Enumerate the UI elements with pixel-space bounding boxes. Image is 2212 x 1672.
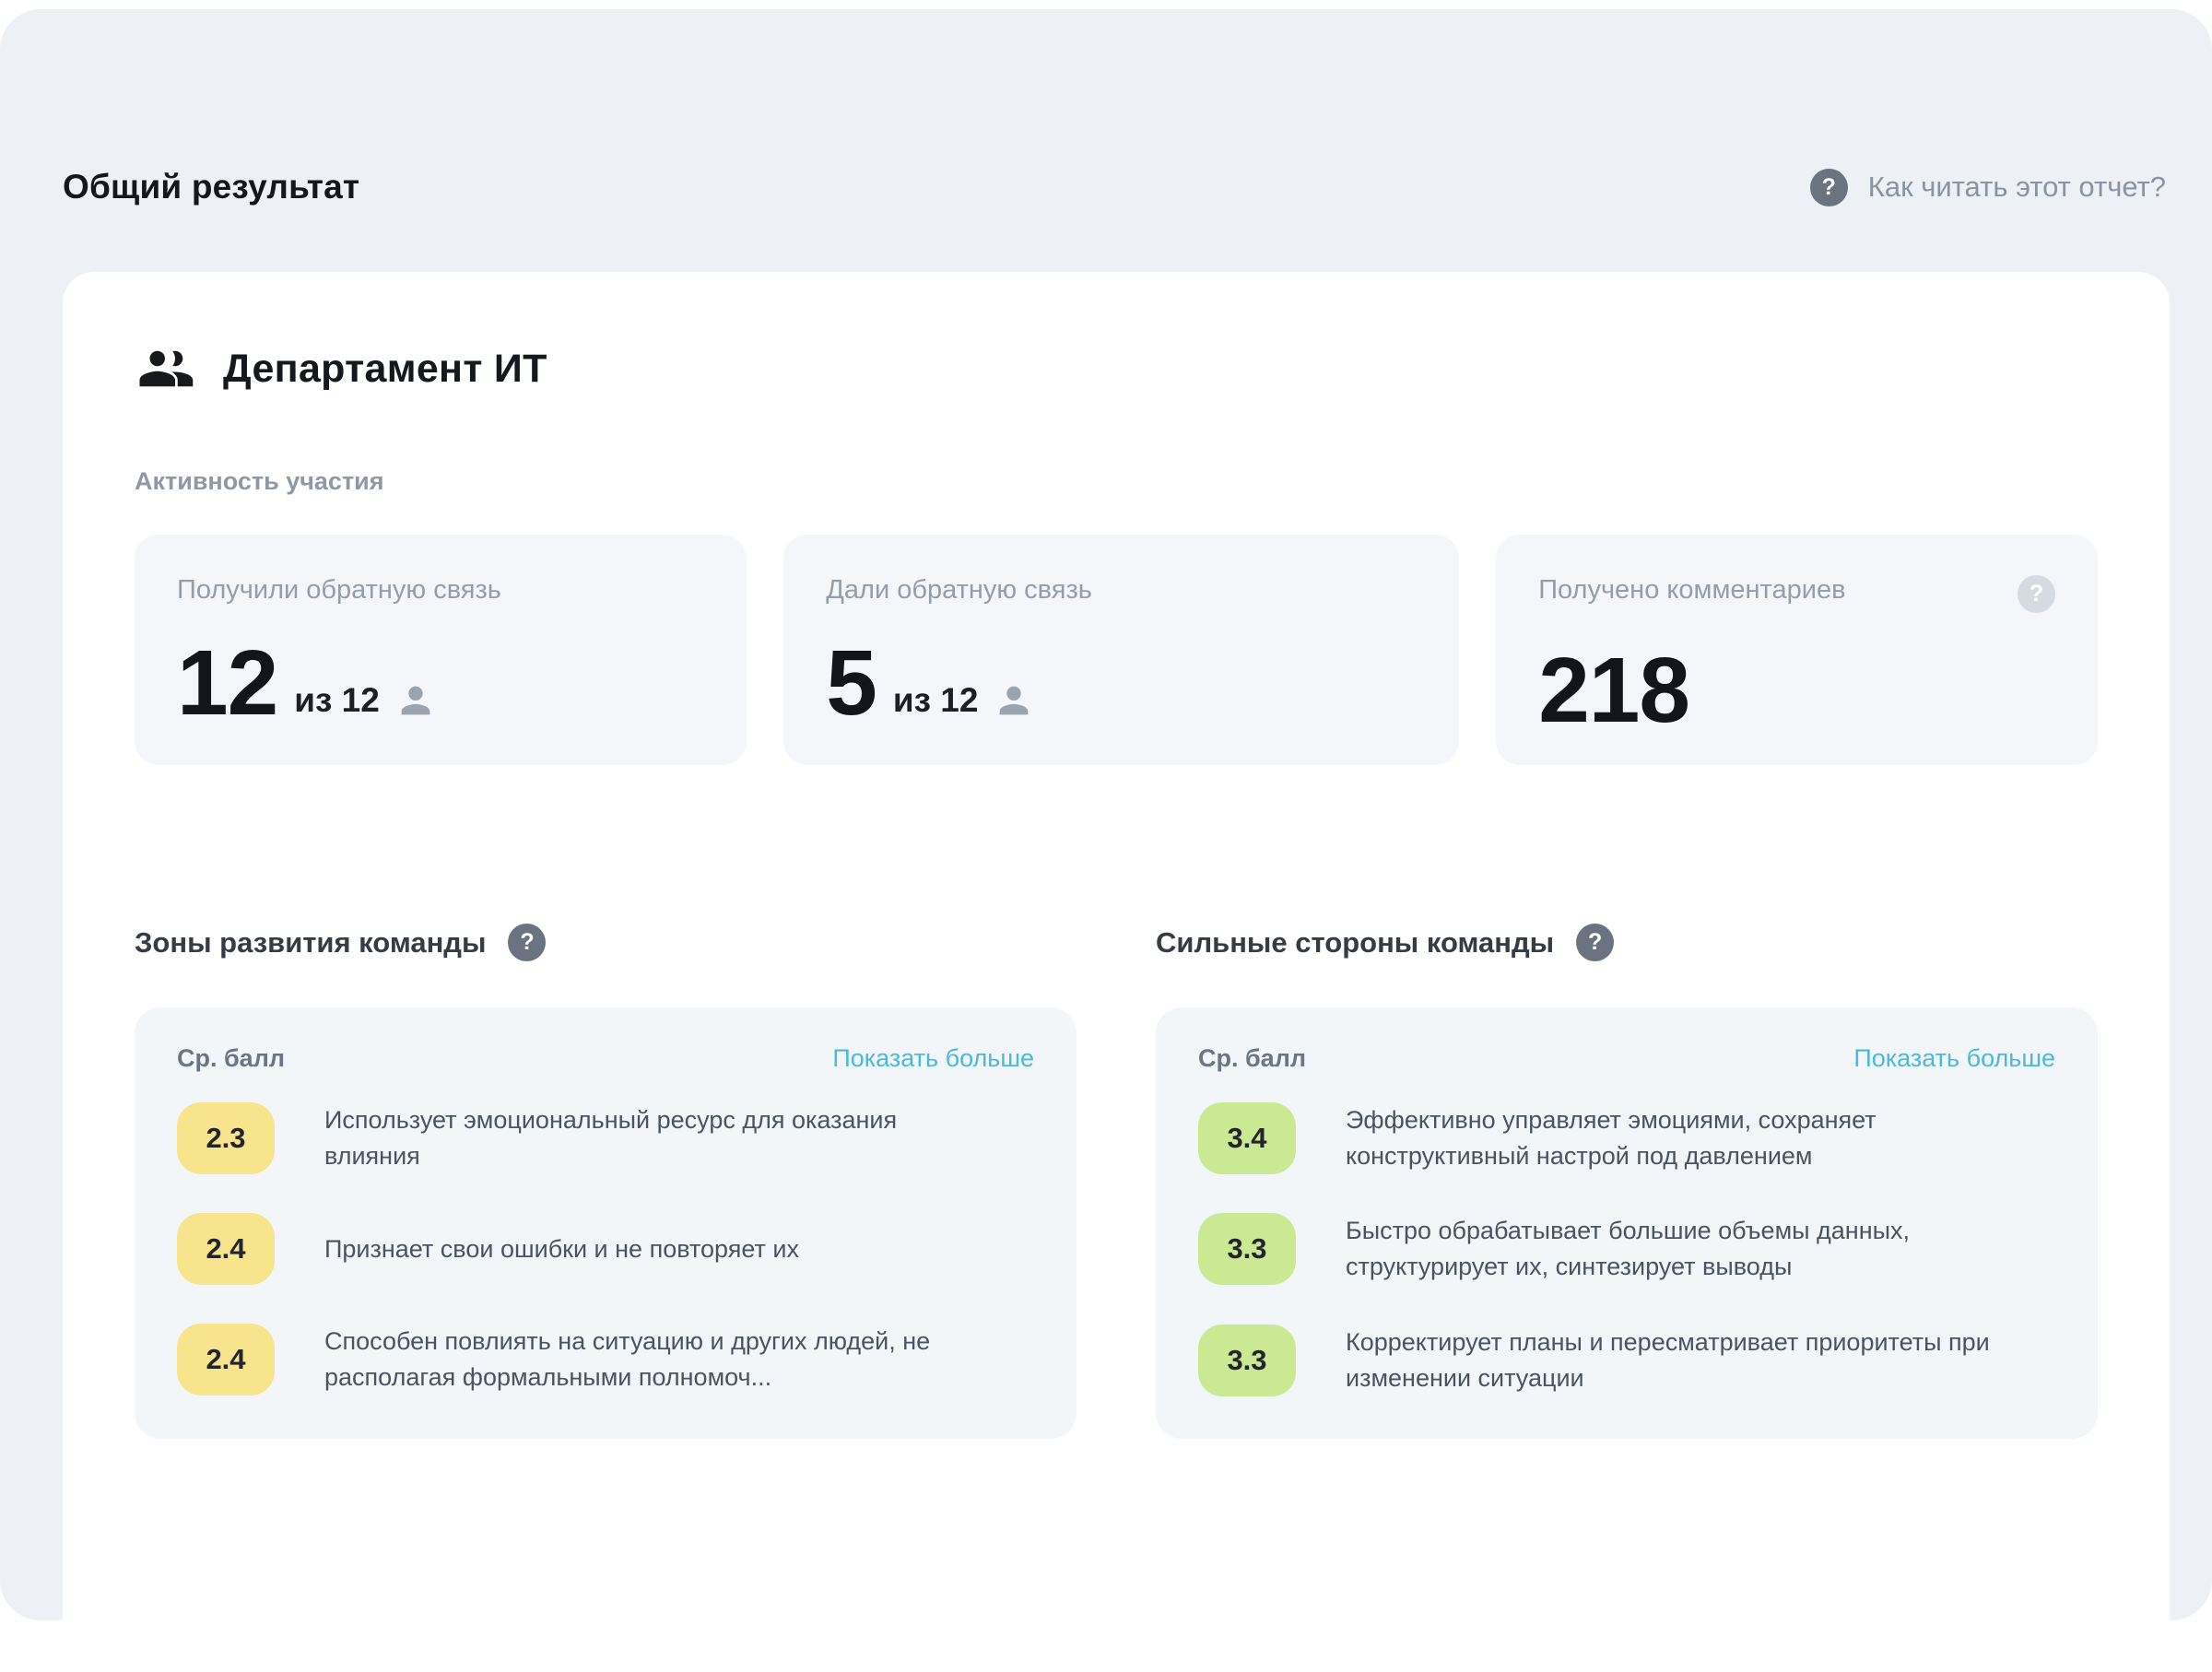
list-item: 2.4 Признает свои ошибки и не повторяет …	[177, 1213, 1034, 1285]
stat-label: Получили обратную связь	[177, 575, 501, 606]
section-title: Зоны развития команды	[135, 926, 486, 960]
how-to-read-report-link[interactable]: ? Как читать этот отчет?	[1810, 169, 2166, 206]
stats-row: Получили обратную связь 12 из 12 Дали об…	[135, 535, 2098, 765]
development-zones-panel: Ср. балл Показать больше 2.3 Использует …	[135, 1007, 1077, 1439]
section-development-zones: Зоны развития команды ? Ср. балл Показат…	[135, 924, 1077, 1439]
section-team-strengths: Сильные стороны команды ? Ср. балл Показ…	[1156, 924, 2098, 1439]
list-item: 2.4 Способен повлиять на ситуацию и друг…	[177, 1324, 1034, 1395]
item-text: Использует эмоциональный ресурс для оказ…	[324, 1102, 979, 1174]
score-column-header: Ср. балл	[177, 1044, 285, 1073]
question-icon[interactable]: ?	[2018, 575, 2055, 613]
people-icon	[135, 338, 195, 399]
item-text: Способен повлиять на ситуацию и других л…	[324, 1324, 979, 1395]
item-text: Признает свои ошибки и не повторяет их	[324, 1231, 799, 1267]
question-icon[interactable]: ?	[508, 924, 546, 961]
stat-tile-received-feedback: Получили обратную связь 12 из 12	[135, 535, 747, 765]
department-card: Департамент ИТ Активность участия Получи…	[63, 272, 2170, 1672]
score-column-header: Ср. балл	[1198, 1044, 1306, 1073]
list-item: 2.3 Использует эмоциональный ресурс для …	[177, 1102, 1034, 1174]
item-text: Эффективно управляет эмоциями, сохраняет…	[1346, 1102, 2000, 1174]
how-to-read-report-label: Как читать этот отчет?	[1868, 171, 2166, 204]
score-badge: 3.3	[1198, 1325, 1296, 1396]
score-badge: 3.3	[1198, 1213, 1296, 1285]
department-name: Департамент ИТ	[223, 347, 547, 392]
team-strengths-panel: Ср. балл Показать больше 3.4 Эффективно …	[1156, 1007, 2098, 1439]
stat-of-total: из 12	[294, 681, 380, 720]
score-badge: 2.4	[177, 1324, 275, 1395]
department-title-row: Департамент ИТ	[135, 338, 2098, 399]
score-badge: 2.3	[177, 1102, 275, 1174]
report-page: Общий результат ? Как читать этот отчет?…	[0, 0, 2212, 1635]
stat-tile-gave-feedback: Дали обратную связь 5 из 12	[783, 535, 1459, 765]
stat-label: Получено комментариев	[1538, 575, 1845, 606]
page-title: Общий результат	[63, 168, 359, 206]
list-item: 3.3 Корректирует планы и пересматривает …	[1198, 1325, 2055, 1396]
stat-value: 218	[1538, 644, 1689, 736]
score-badge: 3.4	[1198, 1102, 1296, 1174]
section-title: Сильные стороны команды	[1156, 926, 1554, 960]
item-text: Корректирует планы и пересматривает прио…	[1346, 1325, 2000, 1396]
activity-section-label: Активность участия	[135, 467, 2098, 496]
item-text: Быстро обрабатывает большие объемы данны…	[1346, 1213, 2000, 1285]
stat-value: 12	[177, 637, 277, 729]
show-more-link[interactable]: Показать больше	[1853, 1044, 2055, 1073]
score-badge: 2.4	[177, 1213, 275, 1285]
stat-label: Дали обратную связь	[826, 575, 1092, 606]
stat-tile-comments-received: Получено комментариев ? 218	[1496, 535, 2098, 765]
show-more-link[interactable]: Показать больше	[832, 1044, 1034, 1073]
question-icon[interactable]: ?	[1576, 924, 1614, 961]
person-icon	[993, 679, 1035, 722]
list-item: 3.3 Быстро обрабатывает большие объемы д…	[1198, 1213, 2055, 1285]
stat-of-total: из 12	[893, 681, 979, 720]
page-header: Общий результат ? Как читать этот отчет?	[63, 168, 2166, 206]
person-icon	[394, 679, 437, 722]
sections-row: Зоны развития команды ? Ср. балл Показат…	[135, 924, 2098, 1439]
stat-value: 5	[826, 637, 877, 729]
list-item: 3.4 Эффективно управляет эмоциями, сохра…	[1198, 1102, 2055, 1174]
question-icon[interactable]: ?	[1810, 169, 1848, 206]
